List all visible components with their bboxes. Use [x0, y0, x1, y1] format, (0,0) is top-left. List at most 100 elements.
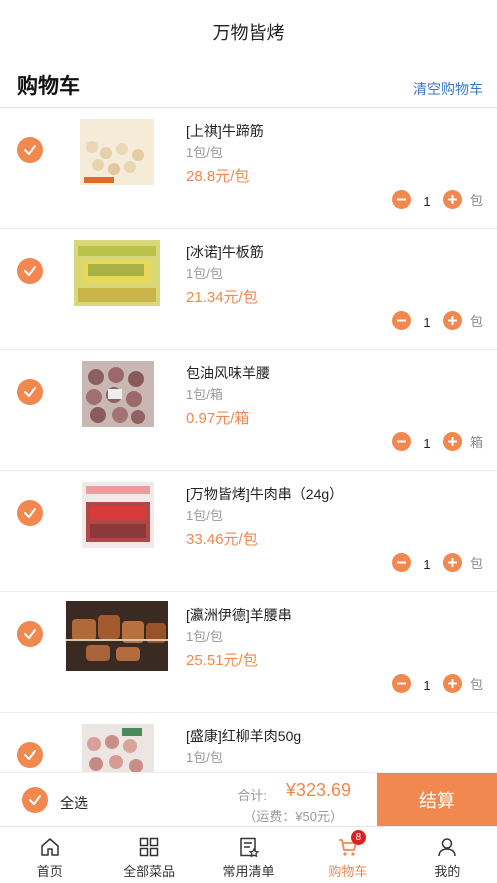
minus-icon: [396, 198, 406, 200]
plus-icon: [447, 315, 457, 325]
check-icon: [24, 145, 36, 155]
tab-label: 常用清单: [222, 864, 275, 879]
total-value: ¥323.69: [285, 780, 351, 800]
item-checkbox[interactable]: [17, 379, 43, 405]
decrease-button[interactable]: [391, 673, 411, 693]
list-star-icon: [239, 837, 259, 858]
check-icon: [24, 508, 36, 518]
product-name: [冰诺]牛板筋: [186, 244, 264, 260]
product-image[interactable]: [66, 238, 168, 308]
page-title: 购物车: [17, 75, 80, 98]
minus-icon: [396, 319, 406, 321]
increase-button[interactable]: [442, 310, 462, 330]
product-name: 包油风味羊腰: [186, 365, 270, 381]
product-image[interactable]: [66, 359, 168, 429]
check-icon: [24, 750, 36, 760]
product-spec: 1包/包: [186, 145, 223, 160]
quantity-value: 1: [423, 193, 431, 209]
decrease-button[interactable]: [391, 310, 411, 330]
tab-label: 全部菜品: [123, 864, 176, 879]
decrease-button[interactable]: [391, 431, 411, 451]
quantity-stepper: 1 包: [391, 189, 483, 209]
item-checkbox[interactable]: [17, 258, 43, 284]
quantity-stepper: 1 包: [391, 552, 483, 572]
product-image[interactable]: [66, 722, 168, 772]
tab-frequent-list[interactable]: 常用清单: [199, 827, 298, 883]
checkout-bar: 全选 合计: ¥323.69 （运费：¥50元） 结算: [0, 772, 497, 827]
tab-mine[interactable]: 我的: [398, 827, 497, 883]
product-spec: 1包/包: [186, 508, 223, 523]
product-spec: 1包/包: [186, 629, 223, 644]
increase-button[interactable]: [442, 431, 462, 451]
product-spec: 1包/包: [186, 266, 223, 281]
tab-label: 我的: [434, 864, 461, 879]
grid-icon: [139, 837, 159, 857]
product-price: 25.51元/包: [186, 652, 258, 669]
tab-label: 首页: [36, 864, 63, 879]
home-icon: [40, 838, 59, 856]
cart-item: [万物皆烤]牛肉串（24g） 1包/包 33.46元/包 1 包: [0, 471, 497, 592]
checkout-button[interactable]: 结算: [377, 773, 497, 827]
clear-cart-button[interactable]: 清空购物车: [413, 79, 483, 99]
quantity-unit: 包: [469, 313, 483, 329]
quantity-value: 1: [423, 314, 431, 330]
quantity-unit: 箱: [469, 434, 483, 450]
cart-item: [盛康]红柳羊肉50g 1包/包: [0, 713, 497, 772]
product-spec: 1包/包: [186, 750, 223, 765]
quantity-unit: 包: [469, 555, 483, 571]
cart-list[interactable]: [上祺]牛蹄筋 1包/包 28.8元/包 1 包 [冰诺]牛板筋 1包/包 21…: [0, 108, 497, 772]
increase-button[interactable]: [442, 552, 462, 572]
plus-icon: [447, 436, 457, 446]
product-name: [上祺]牛蹄筋: [186, 123, 264, 139]
product-name: [瀛洲伊德]羊腰串: [186, 607, 292, 623]
app-title: 万物皆烤: [212, 23, 285, 43]
product-image[interactable]: [66, 480, 168, 550]
quantity-stepper: 1 包: [391, 310, 483, 330]
quantity-value: 1: [423, 435, 431, 451]
select-all-checkbox[interactable]: [22, 787, 48, 813]
product-name: [盛康]红柳羊肉50g: [186, 728, 302, 744]
cart-count-badge: 8: [350, 830, 366, 845]
increase-button[interactable]: [442, 673, 462, 693]
minus-icon: [396, 561, 406, 563]
product-spec: 1包/箱: [186, 387, 223, 402]
tab-label: 购物车: [328, 864, 368, 879]
product-price: 33.46元/包: [186, 531, 258, 548]
item-checkbox[interactable]: [17, 137, 43, 163]
plus-icon: [447, 194, 457, 204]
select-all-label[interactable]: 全选: [60, 793, 88, 813]
freight-note: （运费：¥50元）: [243, 809, 343, 824]
minus-icon: [396, 440, 406, 442]
product-image[interactable]: [66, 117, 168, 187]
total-label: 合计:: [237, 788, 267, 803]
bottom-tabbar: 首页 全部菜品 常用清单 8 购物车 我的: [0, 826, 497, 883]
check-icon: [24, 387, 36, 397]
plus-icon: [447, 678, 457, 688]
item-checkbox[interactable]: [17, 621, 43, 647]
plus-icon: [447, 557, 457, 567]
check-icon: [24, 629, 36, 639]
increase-button[interactable]: [442, 189, 462, 209]
tab-cart[interactable]: 8 购物车: [298, 827, 397, 883]
product-price: 0.97元/箱: [186, 410, 250, 427]
item-checkbox[interactable]: [17, 742, 43, 768]
quantity-value: 1: [423, 556, 431, 572]
cart-item: 包油风味羊腰 1包/箱 0.97元/箱 1 箱: [0, 350, 497, 471]
decrease-button[interactable]: [391, 189, 411, 209]
tab-all-dishes[interactable]: 全部菜品: [99, 827, 198, 883]
product-image[interactable]: [66, 601, 168, 671]
cart-item: [冰诺]牛板筋 1包/包 21.34元/包 1 包: [0, 229, 497, 350]
cart-item: [瀛洲伊德]羊腰串 1包/包 25.51元/包 1 包: [0, 592, 497, 713]
check-icon: [29, 795, 41, 805]
decrease-button[interactable]: [391, 552, 411, 572]
quantity-unit: 包: [469, 676, 483, 692]
user-icon: [438, 838, 457, 857]
quantity-stepper: 1 箱: [391, 431, 483, 451]
check-icon: [24, 266, 36, 276]
item-checkbox[interactable]: [17, 500, 43, 526]
cart-header: 购物车 清空购物车: [0, 64, 497, 108]
quantity-unit: 包: [469, 192, 483, 208]
tab-home[interactable]: 首页: [0, 827, 99, 883]
minus-icon: [396, 682, 406, 684]
product-name: [万物皆烤]牛肉串（24g）: [186, 486, 344, 502]
